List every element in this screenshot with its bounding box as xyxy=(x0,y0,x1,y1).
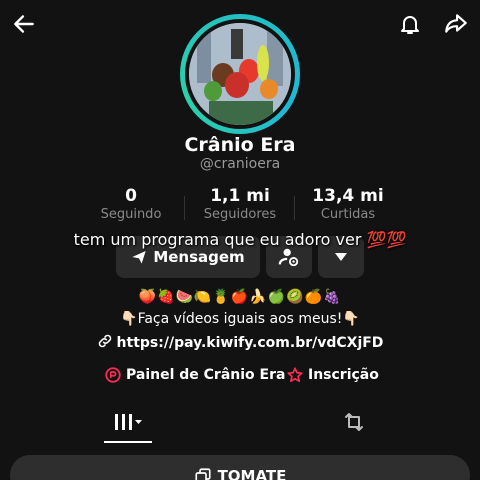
tomate-button[interactable]: TOMATE xyxy=(10,455,470,480)
active-tab-indicator xyxy=(104,441,152,443)
subscription-link[interactable]: Inscrição xyxy=(286,366,379,384)
stat-label: Seguidores xyxy=(203,207,277,222)
copy-icon xyxy=(194,467,212,480)
bio-link-text: https://pay.kiwify.com.br/vdCXjFD xyxy=(116,335,384,351)
creator-panel-link[interactable]: Painel de Crânio Era xyxy=(104,366,285,384)
subscription-label: Inscrição xyxy=(308,367,379,383)
repost-icon xyxy=(342,410,366,434)
message-label: Mensagem xyxy=(153,248,245,266)
panel-label: Painel de Crânio Era xyxy=(126,367,286,383)
tab-videos-grid[interactable] xyxy=(106,402,150,442)
avatar xyxy=(189,23,291,125)
paper-plane-icon xyxy=(131,249,147,265)
bio-emoji-line: 🍑🍓🍉🍋🍍🍎🍌🍏🥝🍊🍇 xyxy=(138,289,342,305)
stat-following[interactable]: 0 Seguindo xyxy=(76,186,186,224)
video-caption-overlay: tem um programa que eu adoro ver 💯💯 xyxy=(73,230,407,249)
back-arrow-icon[interactable] xyxy=(8,8,40,40)
stat-value: 13,4 mi xyxy=(312,186,384,206)
tab-reposts[interactable] xyxy=(338,402,370,442)
person-gear-icon xyxy=(278,246,300,268)
avatar-ring[interactable] xyxy=(180,14,300,134)
share-arrow-icon[interactable] xyxy=(440,8,472,40)
stat-label: Seguindo xyxy=(100,207,162,222)
tomate-label: TOMATE xyxy=(217,467,287,480)
star-icon xyxy=(286,366,304,384)
profile-name: Crânio Era xyxy=(184,134,296,156)
stat-value: 0 xyxy=(125,186,137,206)
bio-text: 👇🏻Faça vídeos iguais aos meus!👇🏻 xyxy=(120,311,360,327)
stat-followers[interactable]: 1,1 mi Seguidores xyxy=(185,186,295,224)
stat-value: 1,1 mi xyxy=(210,186,270,206)
bio-link[interactable]: https://pay.kiwify.com.br/vdCXjFD xyxy=(0,333,480,353)
stat-likes[interactable]: 13,4 mi Curtidas xyxy=(293,186,403,224)
grid-icon xyxy=(113,412,143,432)
profile-handle: @cranioera xyxy=(199,156,281,172)
bell-icon[interactable] xyxy=(396,8,424,40)
stat-label: Curtidas xyxy=(320,207,376,222)
caret-down-icon xyxy=(334,252,348,262)
panel-icon xyxy=(104,366,122,384)
link-icon xyxy=(97,333,113,353)
